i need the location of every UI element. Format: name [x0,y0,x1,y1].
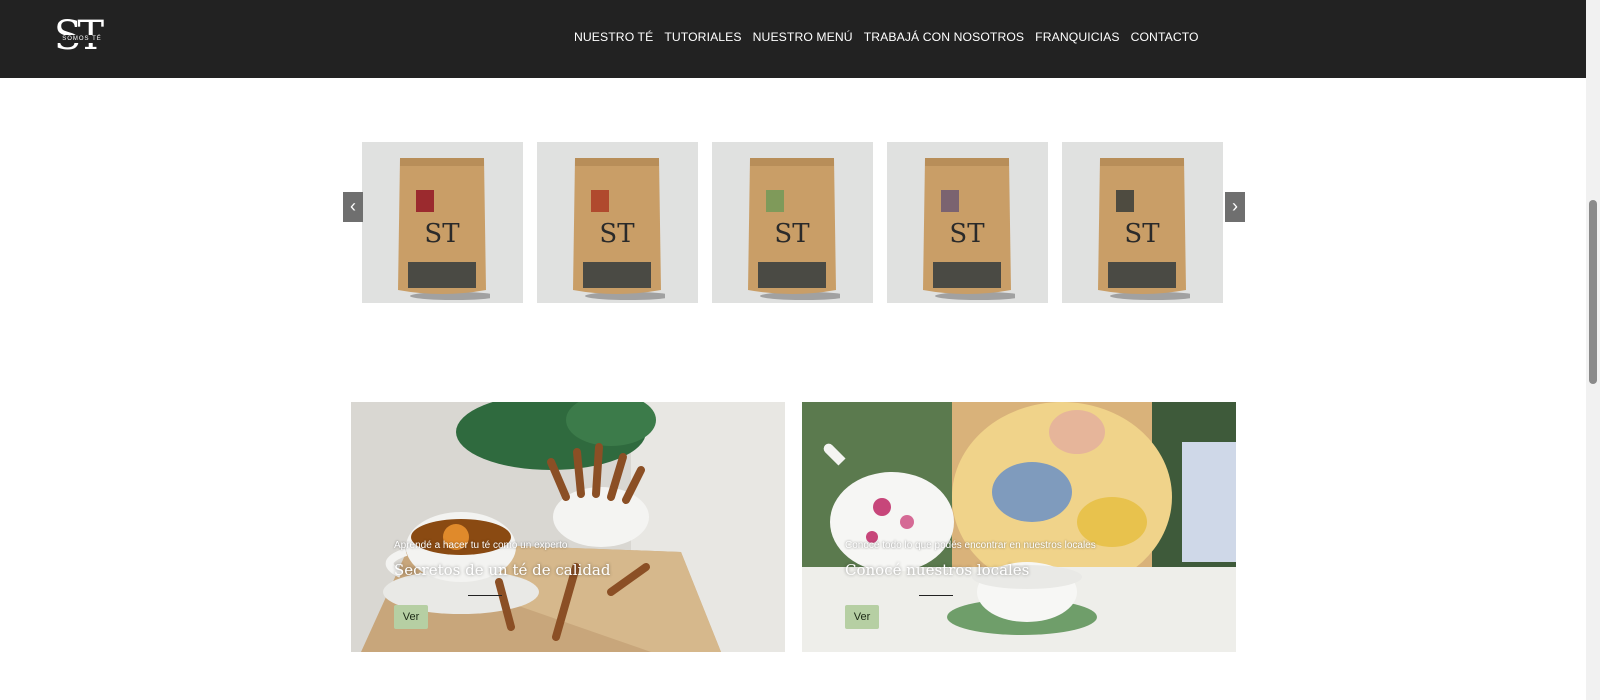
tea-pouch-image: ST [398,158,490,300]
carousel-viewport: ST ST ST ST ST [362,142,1245,304]
logo-band-text: SOMOS TÉ [54,35,110,43]
tea-pouch-image: ST [748,158,840,300]
nav-item-nuestro-te[interactable]: NUESTRO TÉ [574,28,653,46]
carousel-next-button[interactable]: › [1225,192,1245,222]
tea-pouch-image: ST [573,158,665,300]
ver-button[interactable]: Ver [845,605,879,629]
nav-item-contacto[interactable]: CONTACTO [1131,28,1199,46]
ver-button[interactable]: Ver [394,605,428,629]
nav-item-trabaja-con-nosotros[interactable]: TRABAJÁ CON NOSOTROS [864,28,1024,46]
site-header: ST SOMOS TÉ NUESTRO TÉ TUTORIALES NUESTR… [0,0,1586,78]
feature-card-locales[interactable]: Conocé todo lo que podés encontrar en nu… [802,402,1236,652]
feature-title: Secretos de un té de calidad [394,561,611,579]
product-card[interactable]: ST [712,142,873,303]
product-card[interactable]: ST [1062,142,1223,303]
feature-card-tutorial[interactable]: Aprendé a hacer tu té como un experto Se… [351,402,785,652]
main-nav: NUESTRO TÉ TUTORIALES NUESTRO MENÚ TRABA… [574,28,1210,46]
feature-divider [468,595,502,596]
pouch-logo: ST [1124,219,1160,249]
brand-logo[interactable]: ST SOMOS TÉ [54,13,110,60]
product-card[interactable]: ST [887,142,1048,303]
feature-text: Aprendé a hacer tu té como un experto Se… [394,540,754,629]
feature-subtitle: Conocé todo lo que podés encontrar en nu… [845,540,1096,551]
carousel-prev-button[interactable]: ‹ [343,192,363,222]
tea-pouch-image: ST [923,158,1015,300]
product-carousel: ST ST ST ST ST ‹ › [343,142,1245,304]
page-scrollbar[interactable] [1586,0,1600,700]
feature-text: Conocé todo lo que podés encontrar en nu… [845,540,1205,629]
feature-subtitle: Aprendé a hacer tu té como un experto [394,540,568,551]
pouch-logo: ST [949,219,985,249]
feature-title: Conocé nuestros locales [845,561,1030,579]
pouch-logo: ST [599,219,635,249]
pouch-logo: ST [424,219,460,249]
nav-item-tutoriales[interactable]: TUTORIALES [664,28,741,46]
feature-divider [919,595,953,596]
nav-item-nuestro-menu[interactable]: NUESTRO MENÚ [753,28,853,46]
product-card[interactable]: ST [362,142,523,303]
scrollbar-thumb[interactable] [1589,200,1597,384]
tea-pouch-image: ST [1098,158,1190,300]
pouch-logo: ST [774,219,810,249]
product-card[interactable]: ST [537,142,698,303]
carousel-track: ST ST ST ST ST [362,142,1237,303]
nav-item-franquicias[interactable]: FRANQUICIAS [1035,28,1119,46]
